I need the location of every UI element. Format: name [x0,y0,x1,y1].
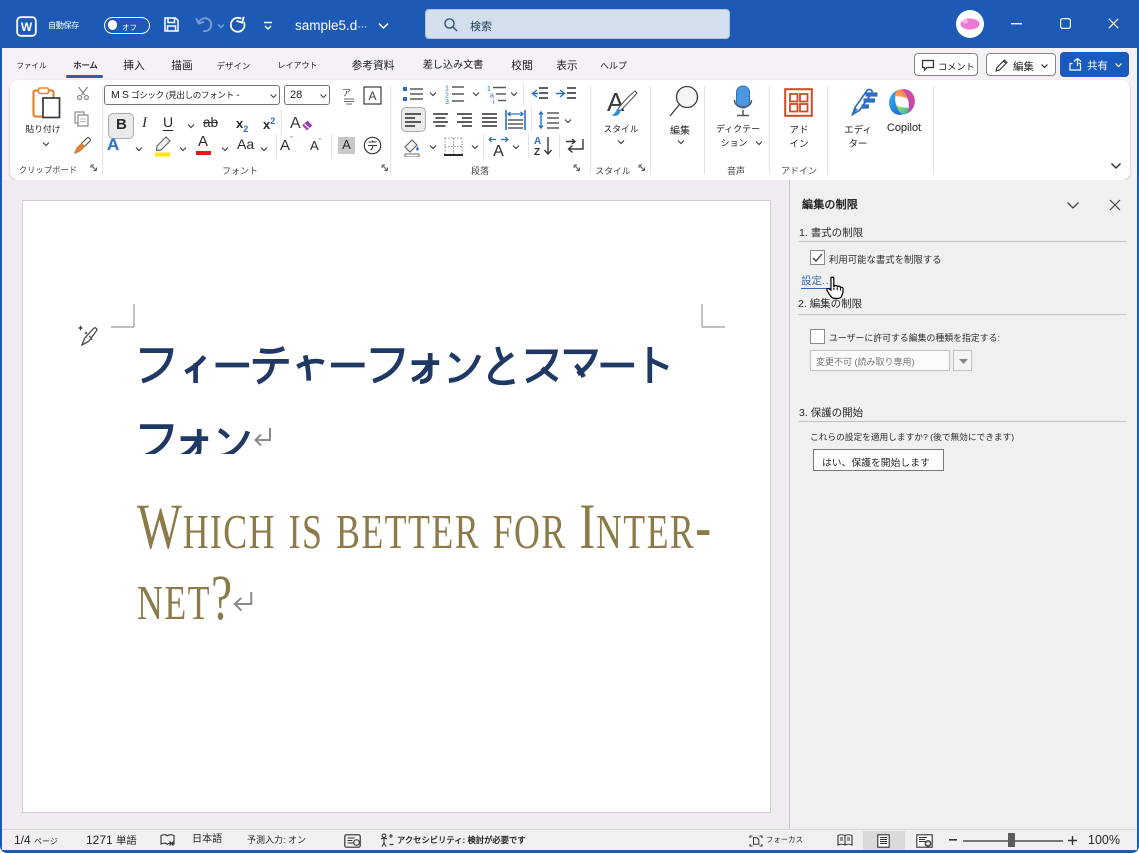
svg-text:i: i [493,99,495,104]
svg-text:A: A [290,115,301,132]
svg-text:ア: ア [342,88,351,98]
svg-text:A: A [368,89,376,103]
svg-text:3: 3 [445,99,449,104]
svg-text:W: W [21,20,33,34]
svg-text:Z: Z [534,147,540,157]
svg-text:1: 1 [445,86,449,93]
svg-text:A: A [493,143,504,158]
svg-text:A: A [534,136,541,147]
